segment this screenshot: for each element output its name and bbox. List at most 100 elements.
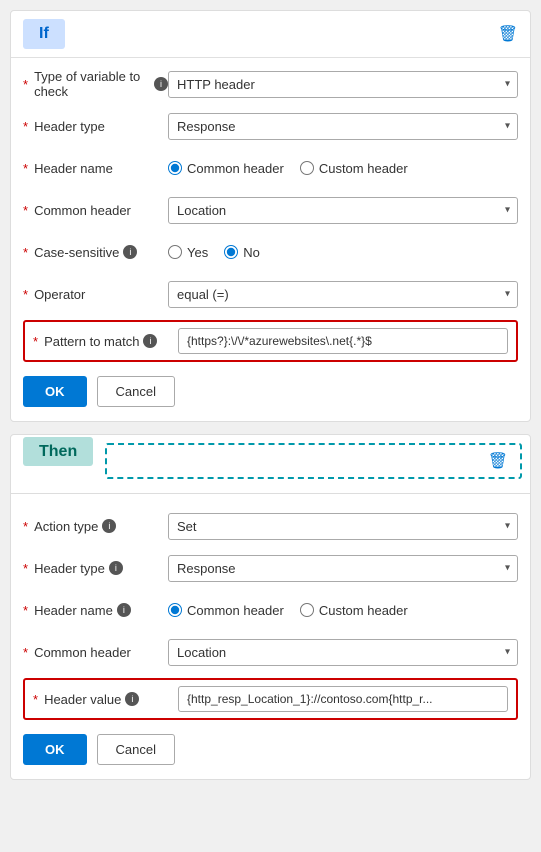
if-common-header-control: Location Content-Type Cache-Control ▾: [168, 197, 518, 224]
if-common-header-text: Common header: [187, 161, 284, 176]
if-card: If 🗑 * Type of variable to check i HTTP …: [10, 10, 531, 422]
then-common-header-radio-label[interactable]: Common header: [168, 603, 284, 618]
if-pattern-input[interactable]: [178, 328, 508, 354]
if-common-header-radio[interactable]: [168, 161, 182, 175]
required-star-7: *: [33, 334, 38, 349]
if-yes-text: Yes: [187, 245, 208, 260]
then-cancel-button[interactable]: Cancel: [97, 734, 175, 765]
then-action-type-select-wrapper: Set Delete Append ▾: [168, 513, 518, 540]
if-custom-header-radio-label[interactable]: Custom header: [300, 161, 408, 176]
then-header-name-info-icon[interactable]: i: [117, 603, 131, 617]
if-cancel-button[interactable]: Cancel: [97, 376, 175, 407]
then-header-value-input[interactable]: [178, 686, 508, 712]
then-ok-button[interactable]: OK: [23, 734, 87, 765]
required-star-2: *: [23, 119, 28, 134]
type-of-variable-info-icon[interactable]: i: [154, 77, 168, 91]
if-operator-select[interactable]: equal (=) not equal (!=) contains regex: [168, 281, 518, 308]
if-case-sensitive-label: * Case-sensitive i: [23, 245, 168, 260]
then-button-row: OK Cancel: [23, 730, 518, 769]
if-header-type-control: Response Request ▾: [168, 113, 518, 140]
then-common-header-label: * Common header: [23, 645, 168, 660]
then-common-header-control: Location Content-Type Cache-Control ▾: [168, 639, 518, 666]
if-common-header-radio-label[interactable]: Common header: [168, 161, 284, 176]
if-header-name-row: * Header name Common header Custom heade…: [23, 152, 518, 184]
if-header-name-label: * Header name: [23, 161, 168, 176]
type-of-variable-select[interactable]: HTTP header Query string Cookie: [168, 71, 518, 98]
header-value-info-icon[interactable]: i: [125, 692, 139, 706]
then-badge: Then: [23, 437, 93, 466]
if-yes-radio[interactable]: [168, 245, 182, 259]
then-custom-header-radio-label[interactable]: Custom header: [300, 603, 408, 618]
then-header-type-select-wrapper: Response Request ▾: [168, 555, 518, 582]
if-common-header-label: * Common header: [23, 203, 168, 218]
then-action-type-row: * Action type i Set Delete Append ▾: [23, 510, 518, 542]
required-star-3: *: [23, 161, 28, 176]
then-header-value-inner: * Header value i: [27, 682, 514, 716]
then-custom-header-text: Custom header: [319, 603, 408, 618]
then-card-header: Then 🗑: [11, 435, 530, 487]
required-star-12: *: [33, 692, 38, 707]
if-header-type-row: * Header type Response Request ▾: [23, 110, 518, 142]
if-operator-label: * Operator: [23, 287, 168, 302]
if-common-header-select[interactable]: Location Content-Type Cache-Control: [168, 197, 518, 224]
type-of-variable-label: * Type of variable to check i: [23, 69, 168, 99]
then-action-type-control: Set Delete Append ▾: [168, 513, 518, 540]
if-delete-icon[interactable]: 🗑: [498, 24, 518, 44]
then-header-type-info-icon[interactable]: i: [109, 561, 123, 575]
if-yes-radio-label[interactable]: Yes: [168, 245, 208, 260]
required-star-5: *: [23, 245, 28, 260]
required-star-9: *: [23, 561, 28, 576]
type-of-variable-row: * Type of variable to check i HTTP heade…: [23, 68, 518, 100]
if-common-header-row: * Common header Location Content-Type Ca…: [23, 194, 518, 226]
then-divider: [11, 493, 530, 494]
if-case-sensitive-control: Yes No: [168, 245, 518, 260]
then-common-header-radio[interactable]: [168, 603, 182, 617]
then-header-value-row: * Header value i: [23, 678, 518, 720]
action-type-info-icon[interactable]: i: [102, 519, 116, 533]
then-header-name-label: * Header name i: [23, 603, 168, 618]
then-delete-icon[interactable]: 🗑: [488, 451, 508, 471]
then-header-row: 🗑: [107, 445, 520, 477]
required-star-10: *: [23, 603, 28, 618]
then-dashed-area: 🗑: [105, 443, 522, 479]
if-header-name-control: Common header Custom header: [168, 161, 518, 176]
if-common-header-select-wrapper: Location Content-Type Cache-Control ▾: [168, 197, 518, 224]
if-header-type-select[interactable]: Response Request: [168, 113, 518, 140]
if-case-sensitive-row: * Case-sensitive i Yes No: [23, 236, 518, 268]
required-star-6: *: [23, 287, 28, 302]
if-button-row: OK Cancel: [23, 372, 518, 411]
then-header-name-control: Common header Custom header: [168, 603, 518, 618]
pattern-info-icon[interactable]: i: [143, 334, 157, 348]
required-star: *: [23, 77, 28, 92]
if-pattern-row: * Pattern to match i: [23, 320, 518, 362]
then-action-type-select[interactable]: Set Delete Append: [168, 513, 518, 540]
then-action-type-label: * Action type i: [23, 519, 168, 534]
if-custom-header-text: Custom header: [319, 161, 408, 176]
type-of-variable-select-wrapper: HTTP header Query string Cookie ▾: [168, 71, 518, 98]
case-sensitive-info-icon[interactable]: i: [123, 245, 137, 259]
then-card: Then 🗑 * Action type i: [10, 434, 531, 780]
then-header-value-label: * Header value i: [33, 692, 178, 707]
then-header-type-label: * Header type i: [23, 561, 168, 576]
if-header-type-select-wrapper: Response Request ▾: [168, 113, 518, 140]
if-card-body: * Type of variable to check i HTTP heade…: [11, 58, 530, 421]
then-header-type-row: * Header type i Response Request ▾: [23, 552, 518, 584]
if-custom-header-radio[interactable]: [300, 161, 314, 175]
if-no-radio[interactable]: [224, 245, 238, 259]
required-star-8: *: [23, 519, 28, 534]
if-ok-button[interactable]: OK: [23, 376, 87, 407]
if-badge: If: [23, 19, 65, 49]
then-header-name-row: * Header name i Common header Custom hea…: [23, 594, 518, 626]
then-common-header-text: Common header: [187, 603, 284, 618]
then-common-header-select[interactable]: Location Content-Type Cache-Control: [168, 639, 518, 666]
required-star-11: *: [23, 645, 28, 660]
then-header-type-control: Response Request ▾: [168, 555, 518, 582]
if-pattern-inner: * Pattern to match i: [27, 324, 514, 358]
if-no-radio-label[interactable]: No: [224, 245, 260, 260]
then-badge-wrapper: Then: [11, 435, 105, 487]
then-custom-header-radio[interactable]: [300, 603, 314, 617]
if-operator-select-wrapper: equal (=) not equal (!=) contains regex …: [168, 281, 518, 308]
then-header-type-select[interactable]: Response Request: [168, 555, 518, 582]
then-common-header-select-wrapper: Location Content-Type Cache-Control ▾: [168, 639, 518, 666]
if-no-text: No: [243, 245, 260, 260]
